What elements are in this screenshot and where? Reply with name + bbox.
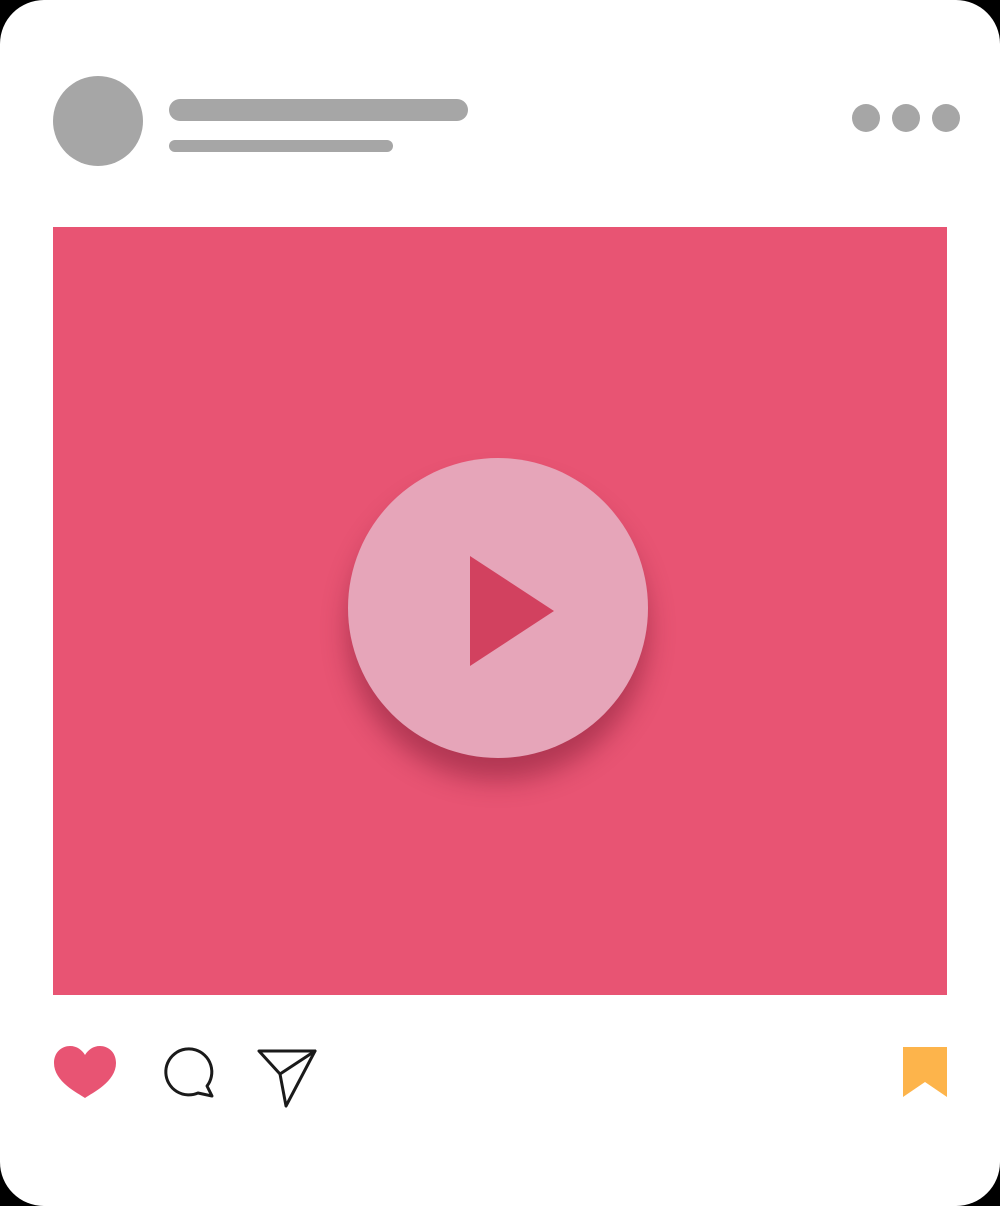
comment-button[interactable]: [158, 1044, 218, 1104]
heart-icon: [54, 1046, 116, 1098]
play-icon: [470, 556, 554, 666]
play-button[interactable]: [348, 458, 648, 758]
post-actions-bar: [0, 1030, 1000, 1120]
bookmark-button[interactable]: [902, 1046, 948, 1098]
share-button[interactable]: [256, 1046, 318, 1108]
send-icon: [257, 1049, 317, 1108]
author-name-placeholder[interactable]: [169, 99, 468, 121]
comment-icon: [164, 1047, 214, 1098]
author-subtitle-placeholder: [169, 140, 393, 152]
bookmark-icon: [903, 1047, 947, 1097]
more-options-button[interactable]: [848, 101, 964, 135]
more-dot-icon: [852, 104, 880, 132]
post-card: [0, 0, 1000, 1206]
author-avatar[interactable]: [53, 76, 143, 166]
more-dot-icon: [892, 104, 920, 132]
more-dot-icon: [932, 104, 960, 132]
video-media[interactable]: [53, 227, 947, 995]
like-button[interactable]: [52, 1044, 118, 1100]
